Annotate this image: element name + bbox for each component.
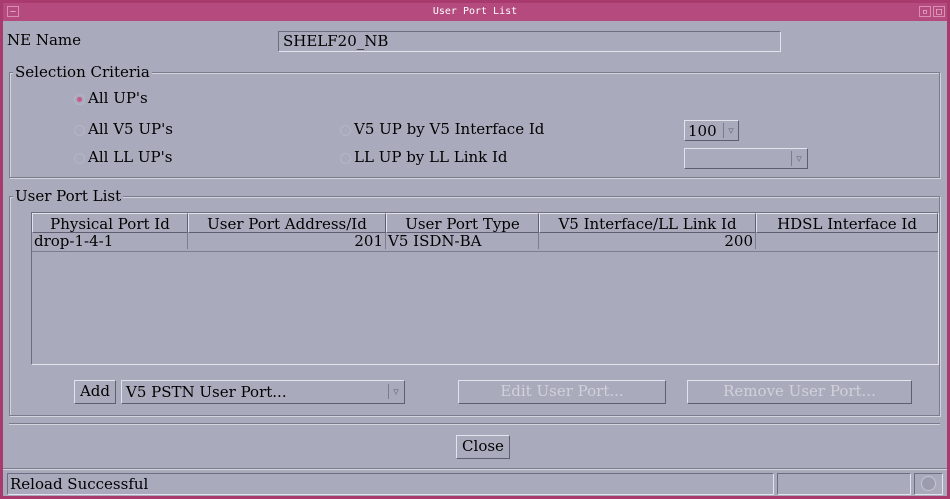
close-button[interactable]: Close: [456, 435, 510, 459]
separator: [9, 423, 940, 425]
cell-v5-interface-link: 200: [539, 233, 756, 249]
status-message: Reload Successful: [10, 475, 149, 493]
v5-interface-select[interactable]: 100 ▿: [684, 120, 739, 141]
all-ups-radio[interactable]: [74, 94, 85, 105]
title-bar[interactable]: — User Port List ▫ □: [3, 3, 947, 21]
user-port-table[interactable]: Physical Port Id User Port Address/Id Us…: [31, 212, 939, 365]
all-v5-ups-radio[interactable]: [74, 125, 85, 136]
all-v5-ups-label[interactable]: All V5 UP's: [88, 120, 173, 138]
user-port-list-window: — User Port List ▫ □ NE Name SHELF20_NB …: [0, 0, 950, 499]
ll-by-link-label[interactable]: LL UP by LL Link Id: [354, 148, 508, 166]
status-light-icon: [921, 476, 936, 491]
status-panel: [777, 473, 911, 495]
ne-name-value: SHELF20_NB: [283, 32, 389, 50]
all-ll-ups-label[interactable]: All LL UP's: [88, 148, 172, 166]
ll-link-select[interactable]: ▿: [684, 148, 808, 169]
maximize-icon[interactable]: □: [933, 6, 945, 17]
window-menu-icon[interactable]: —: [7, 6, 19, 17]
table-row[interactable]: drop-1-4-1 201 V5 ISDN-BA 200: [32, 233, 938, 252]
status-separator: [3, 468, 947, 470]
cell-hdsl-interface: [756, 233, 938, 249]
column-header[interactable]: User Port Type: [386, 213, 539, 233]
cell-user-port-type: V5 ISDN-BA: [386, 233, 539, 249]
all-ll-ups-radio[interactable]: [74, 153, 85, 164]
ne-name-label: NE Name: [7, 31, 82, 49]
user-port-type-select[interactable]: V5 PSTN User Port... ▿: [121, 380, 405, 404]
edit-user-port-button[interactable]: Edit User Port...: [458, 380, 666, 404]
chevron-down-icon[interactable]: ▿: [791, 151, 806, 166]
selection-criteria-title: Selection Criteria: [13, 63, 152, 81]
table-header: Physical Port Id User Port Address/Id Us…: [32, 213, 938, 233]
v5-by-interface-label[interactable]: V5 UP by V5 Interface Id: [354, 120, 544, 138]
chevron-down-icon[interactable]: ▿: [723, 123, 738, 138]
v5-by-interface-radio[interactable]: [340, 125, 351, 136]
cell-physical-port-id: drop-1-4-1: [32, 233, 188, 249]
column-header[interactable]: HDSL Interface Id: [756, 213, 938, 233]
user-port-list-title: User Port List: [13, 187, 124, 205]
column-header[interactable]: V5 Interface/LL Link Id: [539, 213, 756, 233]
ll-by-link-radio[interactable]: [340, 153, 351, 164]
user-port-type-value: V5 PSTN User Port...: [126, 383, 287, 401]
cell-user-port-address: 201: [188, 233, 386, 249]
status-indicator: [914, 473, 943, 495]
window-title: User Port List: [432, 6, 518, 17]
chevron-down-icon[interactable]: ▿: [388, 384, 403, 399]
all-ups-label[interactable]: All UP's: [88, 89, 148, 107]
add-button[interactable]: Add: [74, 380, 116, 404]
ne-name-field: SHELF20_NB: [278, 31, 781, 52]
column-header[interactable]: Physical Port Id: [32, 213, 188, 233]
column-header[interactable]: User Port Address/Id: [188, 213, 386, 233]
minimize-icon[interactable]: ▫: [919, 6, 931, 17]
remove-user-port-button[interactable]: Remove User Port...: [687, 380, 912, 404]
status-bar: Reload Successful: [7, 473, 774, 495]
v5-interface-value: 100: [688, 122, 717, 140]
